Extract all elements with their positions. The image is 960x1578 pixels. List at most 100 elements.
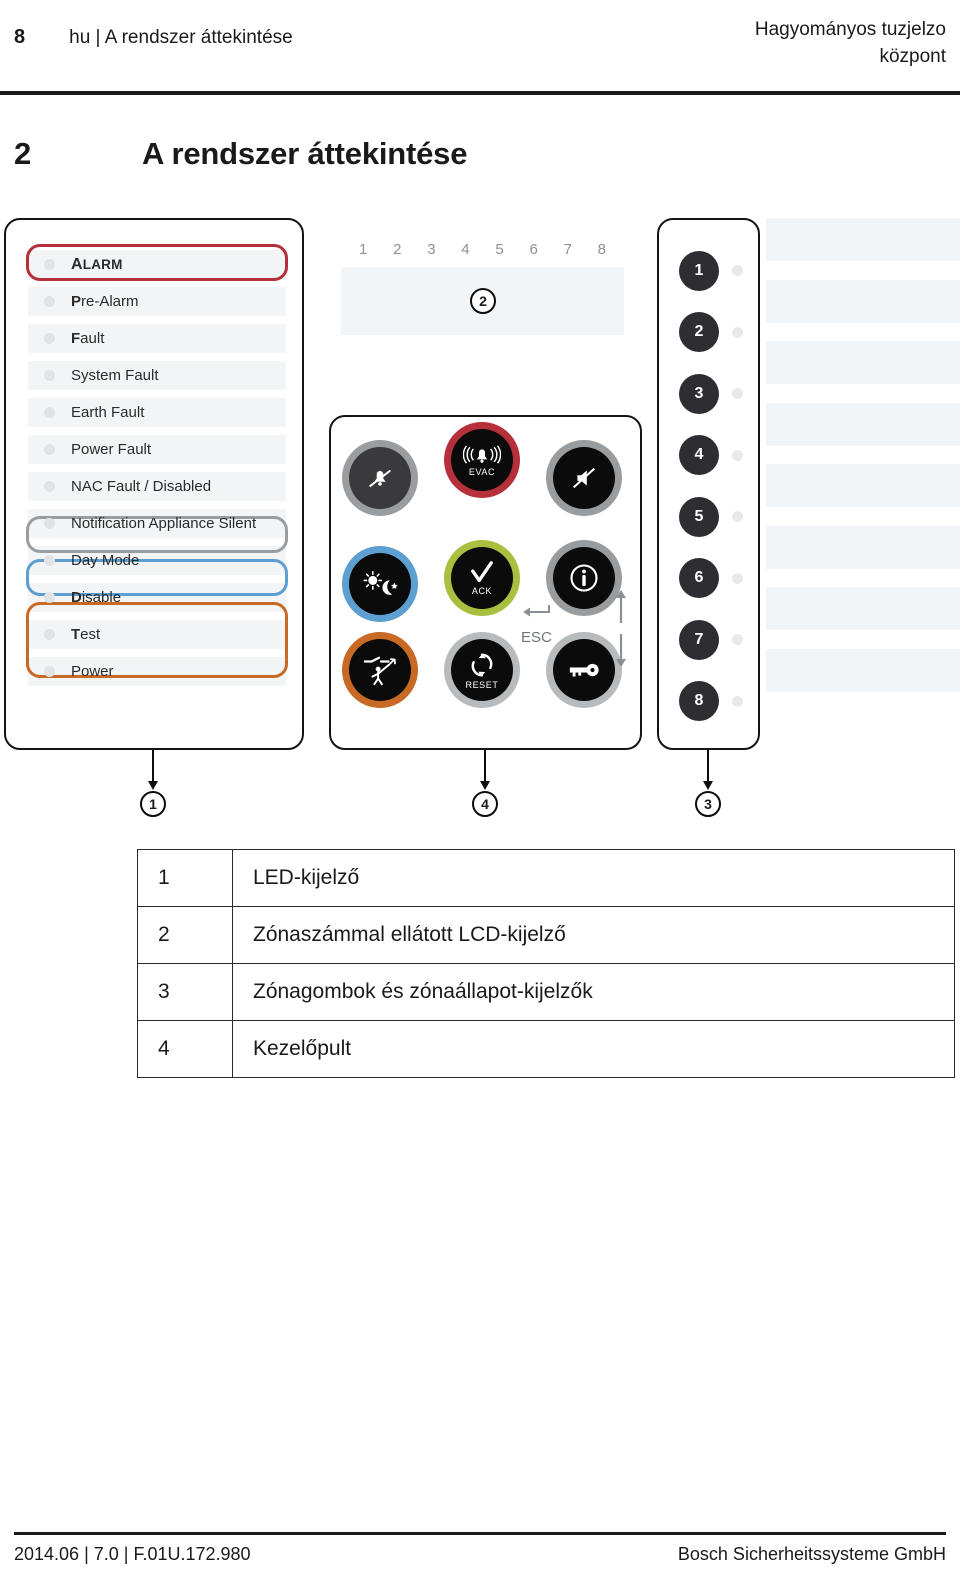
zone-button-6[interactable]: 6 xyxy=(679,558,719,599)
led-indicator-dot xyxy=(44,296,55,307)
led-label: Notification Appliance Silent xyxy=(71,515,257,532)
led-row-strip xyxy=(28,398,286,427)
zone-label-field xyxy=(766,402,960,446)
reset-button-label: RESET xyxy=(465,679,499,690)
led-label: Pre-Alarm xyxy=(71,293,139,310)
callout-3-label: 3 xyxy=(704,796,712,812)
led-indicator-dot xyxy=(44,518,55,529)
callout-1-leader-line xyxy=(152,750,154,784)
zone-button-panel: 1 2 3 4 5 6 7 8 xyxy=(657,218,760,750)
zone-row: 6 xyxy=(659,548,762,610)
led-row-strip xyxy=(28,583,286,612)
callout-4-label: 4 xyxy=(481,796,489,812)
led-row-strip xyxy=(28,250,286,279)
zone-label-field xyxy=(766,341,960,384)
zone-button-4[interactable]: 4 xyxy=(679,435,719,476)
zone-row: 2 xyxy=(659,302,762,364)
led-indicator-dot xyxy=(44,629,55,640)
zone-status-led xyxy=(732,449,743,461)
legend-row-description: LED-kijelző xyxy=(232,849,955,907)
arrow-down-icon[interactable] xyxy=(614,632,628,673)
evac-button[interactable]: EVAC xyxy=(451,429,513,491)
led-row: Fault xyxy=(28,320,286,357)
check-icon xyxy=(469,560,495,585)
legend-table: 1 LED-kijelző 2 Zónaszámmal ellátott LCD-ki… xyxy=(137,849,955,1078)
sounder-silence-button[interactable] xyxy=(553,447,615,509)
section-title: 2 A rendszer áttekintése xyxy=(14,136,467,172)
led-row-strip xyxy=(28,657,286,686)
keypad-panel: EVAC ACK RESET ESC xyxy=(329,415,642,750)
product-name-line1: Hagyományos tuzjelzo xyxy=(754,19,946,40)
zone-row: 4 xyxy=(659,425,762,487)
led-label: ALARM xyxy=(71,255,123,273)
lcd-zone-number: 3 xyxy=(427,241,436,258)
footer-company: Bosch Sicherheitssysteme GmbH xyxy=(677,1544,946,1564)
zone-button-3[interactable]: 3 xyxy=(679,373,719,414)
page-header: 8 hu | A rendszer áttekintése Hagyományo… xyxy=(0,0,960,92)
zone-status-led xyxy=(732,388,743,400)
lcd-zone-number: 1 xyxy=(359,241,368,258)
footer-divider xyxy=(14,1532,946,1535)
zone-button-1[interactable]: 1 xyxy=(679,250,719,291)
led-indicator-dot xyxy=(44,592,55,603)
alarm-silence-button[interactable] xyxy=(349,447,411,509)
legend-row-number: 1 xyxy=(137,849,233,907)
led-label: Disable xyxy=(71,589,122,606)
header-left-group: 8 hu | A rendszer áttekintése xyxy=(14,26,293,49)
zone-button-7[interactable]: 7 xyxy=(679,619,719,660)
zone-button-8[interactable]: 8 xyxy=(679,681,719,722)
led-indicator-dot xyxy=(44,370,55,381)
lcd-zone-number: 5 xyxy=(495,241,504,258)
key-access-button[interactable] xyxy=(553,639,615,701)
zone-label-field xyxy=(766,587,960,630)
product-name-line2: központ xyxy=(879,45,946,67)
reset-button[interactable]: RESET xyxy=(451,639,513,701)
legend-row-number: 3 xyxy=(137,963,233,1021)
breadcrumb: hu | A rendszer áttekintése xyxy=(69,27,293,48)
led-row: Disable xyxy=(28,579,286,616)
info-button[interactable] xyxy=(553,547,615,609)
led-row: ALARM xyxy=(28,246,286,283)
zone-row: 3 xyxy=(659,363,762,425)
callout-1: 1 xyxy=(140,791,166,817)
led-row-strip xyxy=(28,287,286,316)
ack-button[interactable]: ACK xyxy=(451,547,513,609)
document-page: 8 hu | A rendszer áttekintése Hagyományo… xyxy=(0,0,960,1578)
lcd-display-area: 1 2 3 4 5 6 7 8 2 xyxy=(341,241,624,335)
led-label: Power xyxy=(71,663,114,680)
zone-row: 8 xyxy=(659,671,762,733)
led-row-list: ALARM Pre-Alarm Fault System Fault Earth Fau… xyxy=(28,246,286,690)
zone-row-list: 1 2 3 4 5 6 7 8 xyxy=(659,240,762,732)
led-row-strip xyxy=(28,620,286,649)
led-indicator-dot xyxy=(44,481,55,492)
legend-row-description: Zónagombok és zónaállapot-kijelzők xyxy=(232,963,955,1021)
led-label: Earth Fault xyxy=(71,404,145,421)
led-row: NAC Fault / Disabled xyxy=(28,468,286,505)
zone-row: 7 xyxy=(659,609,762,671)
info-icon xyxy=(567,561,601,595)
callout-4-arrow-head xyxy=(479,781,490,790)
legend-row-number: 4 xyxy=(137,1020,233,1078)
evac-button-label: EVAC xyxy=(468,466,496,477)
led-label: System Fault xyxy=(71,367,159,384)
system-overview-figure: ALARM Pre-Alarm Fault System Fault Earth Fau… xyxy=(0,215,960,835)
disable-isolate-button[interactable] xyxy=(349,639,411,701)
day-night-mode-button[interactable] xyxy=(349,553,411,615)
arrow-up-icon[interactable] xyxy=(614,589,628,630)
esc-label: ESC xyxy=(521,629,552,646)
footer-document-id: 2014.06 | 7.0 | F.01U.172.980 xyxy=(14,1544,251,1564)
zone-status-led xyxy=(732,511,743,523)
zone-button-2[interactable]: 2 xyxy=(679,312,719,353)
zone-button-5[interactable]: 5 xyxy=(679,496,719,537)
led-indicator-dot xyxy=(44,407,55,418)
led-label: Day Mode xyxy=(71,552,140,569)
page-number: 8 xyxy=(14,26,26,48)
legend-row: 1 LED-kijelző xyxy=(137,849,955,907)
callout-4: 4 xyxy=(472,791,498,817)
led-row-strip xyxy=(28,546,286,575)
led-indicator-dot xyxy=(44,444,55,455)
callout-4-leader-line xyxy=(484,750,486,784)
zone-status-led xyxy=(732,634,743,646)
led-label: Fault xyxy=(71,330,105,347)
lcd-zone-number: 4 xyxy=(461,241,470,258)
